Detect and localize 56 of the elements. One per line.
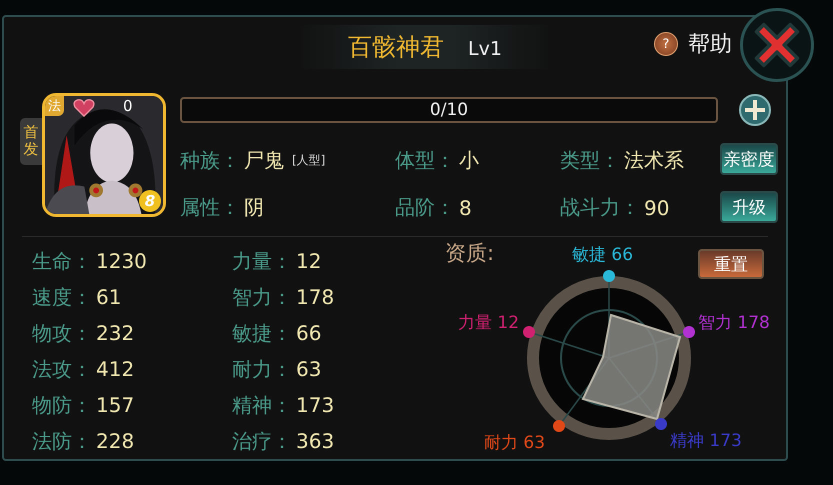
axis-label: 敏捷 66 bbox=[572, 244, 634, 266]
field-value: 8 bbox=[459, 196, 472, 220]
aptitude-title: 资质: bbox=[445, 240, 494, 267]
stat-label: 物攻： bbox=[32, 320, 92, 346]
heart-count: 0 bbox=[123, 97, 133, 115]
stat-label: 法防： bbox=[32, 428, 92, 454]
axis-label: 智力 178 bbox=[698, 312, 770, 334]
stat-value: 12 bbox=[296, 249, 322, 273]
level-label: Lv1 bbox=[468, 38, 502, 60]
field-value: 法术系 bbox=[624, 147, 684, 174]
upgrade-button[interactable]: 升级 bbox=[720, 191, 778, 223]
stat-value: 363 bbox=[296, 429, 334, 453]
heart-icon bbox=[73, 99, 95, 117]
stat-label: 智力： bbox=[232, 284, 292, 310]
character-name: 百骸神君 bbox=[348, 32, 444, 63]
stat-value: 178 bbox=[296, 285, 334, 309]
stat-value: 61 bbox=[96, 285, 122, 309]
stat-label: 治疗： bbox=[232, 428, 292, 454]
stat-label: 生命： bbox=[32, 248, 92, 274]
field-label: 属性： bbox=[180, 194, 240, 221]
class-badge: 法 bbox=[45, 96, 64, 116]
field-label: 类型： bbox=[560, 147, 620, 174]
field-label: 品阶： bbox=[395, 194, 455, 221]
stat-label: 速度： bbox=[32, 284, 92, 310]
help-button[interactable]: ? 帮助 bbox=[654, 29, 732, 59]
field-label: 种族： bbox=[180, 147, 240, 174]
stat-label: 敏捷： bbox=[232, 320, 292, 346]
stat-value: 1230 bbox=[96, 249, 147, 273]
axis-label: 耐力 63 bbox=[484, 432, 546, 454]
stat-value: 412 bbox=[96, 357, 134, 381]
stat-label: 物防： bbox=[32, 392, 92, 418]
starter-tab[interactable]: 首发 bbox=[20, 118, 42, 164]
stat-value: 232 bbox=[96, 321, 134, 345]
field-value: 小 bbox=[459, 147, 479, 174]
axis-label: 精神 173 bbox=[670, 430, 742, 452]
stat-label: 耐力： bbox=[232, 356, 292, 382]
reset-button[interactable]: 重置 bbox=[698, 249, 764, 279]
stat-value: 228 bbox=[96, 429, 134, 453]
field-value: 90 bbox=[644, 196, 670, 220]
field-value: 尸鬼 bbox=[244, 147, 284, 174]
field-label: 战斗力： bbox=[560, 194, 640, 221]
field-value: 阴 bbox=[244, 194, 264, 221]
stat-value: 157 bbox=[96, 393, 134, 417]
stat-value: 63 bbox=[296, 357, 322, 381]
stat-value: 173 bbox=[296, 393, 334, 417]
axis-label: 力量 12 bbox=[458, 312, 520, 334]
intimacy-button[interactable]: 亲密度 bbox=[720, 143, 778, 175]
stat-label: 力量： bbox=[232, 248, 292, 274]
progress-text: 0/10 bbox=[430, 100, 468, 120]
character-card[interactable]: 法 0 8 bbox=[42, 93, 166, 217]
stat-value: 66 bbox=[296, 321, 322, 345]
plus-icon[interactable] bbox=[738, 93, 772, 127]
stat-label: 精神： bbox=[232, 392, 292, 418]
stat-label: 法攻： bbox=[32, 356, 92, 382]
field-note: [人型] bbox=[292, 152, 326, 169]
field-label: 体型： bbox=[395, 147, 455, 174]
